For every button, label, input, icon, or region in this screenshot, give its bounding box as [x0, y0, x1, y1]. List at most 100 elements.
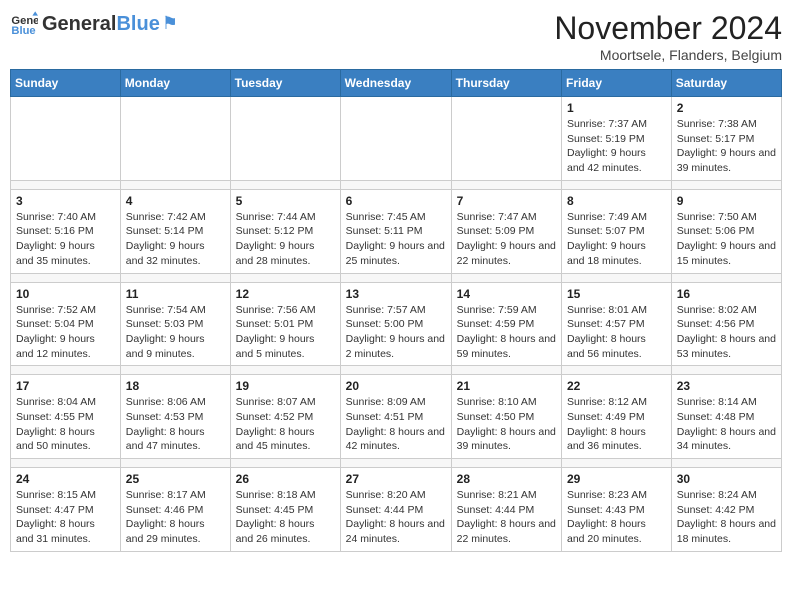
day-number: 3	[16, 194, 115, 208]
day-cell	[230, 97, 340, 181]
day-number: 9	[677, 194, 776, 208]
day-number: 23	[677, 379, 776, 393]
week-separator	[11, 459, 782, 468]
day-cell	[340, 97, 451, 181]
day-cell: 5Sunrise: 7:44 AMSunset: 5:12 PMDaylight…	[230, 189, 340, 273]
day-number: 6	[346, 194, 446, 208]
logo-icon: General Blue	[10, 10, 38, 38]
day-number: 8	[567, 194, 666, 208]
week-row-4: 17 Sunrise: 8:04 AMSunset: 4:55 PMDayligh…	[11, 375, 782, 459]
day-cell	[11, 97, 121, 181]
day-info: Sunrise: 7:57 AMSunset: 5:00 PMDaylight:…	[346, 303, 446, 362]
day-info: Sunrise: 8:09 AMSunset: 4:51 PMDaylight:…	[346, 395, 446, 454]
day-info: Sunrise: 8:17 AMSunset: 4:46 PMDaylight:…	[126, 488, 225, 547]
day-number: 4	[126, 194, 225, 208]
day-number: 30	[677, 472, 776, 486]
day-info: Sunrise: 8:01 AMSunset: 4:57 PMDaylight:…	[567, 303, 666, 362]
day-cell: 19 Sunrise: 8:07 AMSunset: 4:52 PMDayligh…	[230, 375, 340, 459]
day-number: 2	[677, 101, 776, 115]
week-row-3: 10Sunrise: 7:52 AMSunset: 5:04 PMDayligh…	[11, 282, 782, 366]
day-cell: 11Sunrise: 7:54 AMSunset: 5:03 PMDayligh…	[120, 282, 230, 366]
day-info: Sunrise: 8:06 AMSunset: 4:53 PMDaylight:…	[126, 395, 225, 454]
day-info: Sunrise: 7:40 AMSunset: 5:16 PMDaylight:…	[16, 210, 115, 269]
day-cell: 6Sunrise: 7:45 AMSunset: 5:11 PMDaylight…	[340, 189, 451, 273]
day-number: 7	[457, 194, 556, 208]
header-monday: Monday	[120, 70, 230, 97]
day-info: Sunrise: 7:50 AMSunset: 5:06 PMDaylight:…	[677, 210, 776, 269]
header-sunday: Sunday	[11, 70, 121, 97]
day-info: Sunrise: 8:15 AMSunset: 4:47 PMDaylight:…	[16, 488, 115, 547]
day-number: 21	[457, 379, 556, 393]
logo-flag-icon: ⚑	[162, 13, 178, 36]
day-info: Sunrise: 8:10 AMSunset: 4:50 PMDaylight:…	[457, 395, 556, 454]
calendar-header: SundayMondayTuesdayWednesdayThursdayFrid…	[11, 70, 782, 97]
day-number: 26	[236, 472, 335, 486]
day-cell: 4 Sunrise: 7:42 AMSunset: 5:14 PMDaylight…	[120, 189, 230, 273]
day-info: Sunrise: 7:52 AMSunset: 5:04 PMDaylight:…	[16, 303, 115, 362]
header-tuesday: Tuesday	[230, 70, 340, 97]
day-cell: 20 Sunrise: 8:09 AMSunset: 4:51 PMDayligh…	[340, 375, 451, 459]
week-row-2: 3 Sunrise: 7:40 AMSunset: 5:16 PMDaylight…	[11, 189, 782, 273]
svg-text:Blue: Blue	[11, 25, 35, 37]
day-cell: 12 Sunrise: 7:56 AMSunset: 5:01 PMDayligh…	[230, 282, 340, 366]
day-cell: 18 Sunrise: 8:06 AMSunset: 4:53 PMDayligh…	[120, 375, 230, 459]
calendar-table: SundayMondayTuesdayWednesdayThursdayFrid…	[10, 69, 782, 552]
day-number: 14	[457, 287, 556, 301]
day-info: Sunrise: 8:20 AMSunset: 4:44 PMDaylight:…	[346, 488, 446, 547]
day-info: Sunrise: 7:44 AMSunset: 5:12 PMDaylight:…	[236, 210, 335, 269]
logo-text-blue: Blue	[116, 13, 159, 36]
day-info: Sunrise: 7:59 AMSunset: 4:59 PMDaylight:…	[457, 303, 556, 362]
day-number: 22	[567, 379, 666, 393]
day-info: Sunrise: 7:47 AMSunset: 5:09 PMDaylight:…	[457, 210, 556, 269]
day-info: Sunrise: 8:07 AMSunset: 4:52 PMDaylight:…	[236, 395, 335, 454]
day-cell: 10Sunrise: 7:52 AMSunset: 5:04 PMDayligh…	[11, 282, 121, 366]
day-cell: 16 Sunrise: 8:02 AMSunset: 4:56 PMDayligh…	[671, 282, 781, 366]
day-cell: 21 Sunrise: 8:10 AMSunset: 4:50 PMDayligh…	[451, 375, 561, 459]
day-number: 19	[236, 379, 335, 393]
header-friday: Friday	[562, 70, 672, 97]
day-info: Sunrise: 8:04 AMSunset: 4:55 PMDaylight:…	[16, 395, 115, 454]
day-info: Sunrise: 8:02 AMSunset: 4:56 PMDaylight:…	[677, 303, 776, 362]
day-cell: 26Sunrise: 8:18 AMSunset: 4:45 PMDayligh…	[230, 468, 340, 552]
day-info: Sunrise: 8:24 AMSunset: 4:42 PMDaylight:…	[677, 488, 776, 547]
day-info: Sunrise: 8:14 AMSunset: 4:48 PMDaylight:…	[677, 395, 776, 454]
day-cell: 23 Sunrise: 8:14 AMSunset: 4:48 PMDayligh…	[671, 375, 781, 459]
day-cell: 8 Sunrise: 7:49 AMSunset: 5:07 PMDaylight…	[562, 189, 672, 273]
day-cell: 28 Sunrise: 8:21 AMSunset: 4:44 PMDayligh…	[451, 468, 561, 552]
day-number: 1	[567, 101, 666, 115]
day-info: Sunrise: 8:21 AMSunset: 4:44 PMDaylight:…	[457, 488, 556, 547]
day-cell: 9 Sunrise: 7:50 AMSunset: 5:06 PMDaylight…	[671, 189, 781, 273]
main-title: November 2024	[554, 10, 782, 47]
day-cell	[451, 97, 561, 181]
day-info: Sunrise: 7:54 AMSunset: 5:03 PMDaylight:…	[126, 303, 225, 362]
day-cell: 3 Sunrise: 7:40 AMSunset: 5:16 PMDaylight…	[11, 189, 121, 273]
day-cell: 30 Sunrise: 8:24 AMSunset: 4:42 PMDayligh…	[671, 468, 781, 552]
subtitle: Moortsele, Flanders, Belgium	[554, 47, 782, 63]
day-cell: 14 Sunrise: 7:59 AMSunset: 4:59 PMDayligh…	[451, 282, 561, 366]
day-number: 16	[677, 287, 776, 301]
day-number: 12	[236, 287, 335, 301]
day-cell: 17 Sunrise: 8:04 AMSunset: 4:55 PMDayligh…	[11, 375, 121, 459]
week-separator	[11, 273, 782, 282]
day-info: Sunrise: 7:56 AMSunset: 5:01 PMDaylight:…	[236, 303, 335, 362]
title-area: November 2024 Moortsele, Flanders, Belgi…	[554, 10, 782, 63]
calendar-body: 1Sunrise: 7:37 AMSunset: 5:19 PMDaylight…	[11, 97, 782, 552]
day-cell: 25 Sunrise: 8:17 AMSunset: 4:46 PMDayligh…	[120, 468, 230, 552]
logo: General Blue General Blue ⚑	[10, 10, 178, 38]
day-info: Sunrise: 7:38 AMSunset: 5:17 PMDaylight:…	[677, 117, 776, 176]
day-number: 15	[567, 287, 666, 301]
day-cell: 7 Sunrise: 7:47 AMSunset: 5:09 PMDaylight…	[451, 189, 561, 273]
day-cell: 22Sunrise: 8:12 AMSunset: 4:49 PMDayligh…	[562, 375, 672, 459]
day-number: 17	[16, 379, 115, 393]
logo-text-general: General	[42, 13, 116, 36]
day-info: Sunrise: 7:42 AMSunset: 5:14 PMDaylight:…	[126, 210, 225, 269]
day-number: 20	[346, 379, 446, 393]
day-info: Sunrise: 7:49 AMSunset: 5:07 PMDaylight:…	[567, 210, 666, 269]
day-number: 25	[126, 472, 225, 486]
week-row-1: 1Sunrise: 7:37 AMSunset: 5:19 PMDaylight…	[11, 97, 782, 181]
day-number: 18	[126, 379, 225, 393]
header-wednesday: Wednesday	[340, 70, 451, 97]
day-cell: 15 Sunrise: 8:01 AMSunset: 4:57 PMDayligh…	[562, 282, 672, 366]
day-number: 28	[457, 472, 556, 486]
day-number: 27	[346, 472, 446, 486]
